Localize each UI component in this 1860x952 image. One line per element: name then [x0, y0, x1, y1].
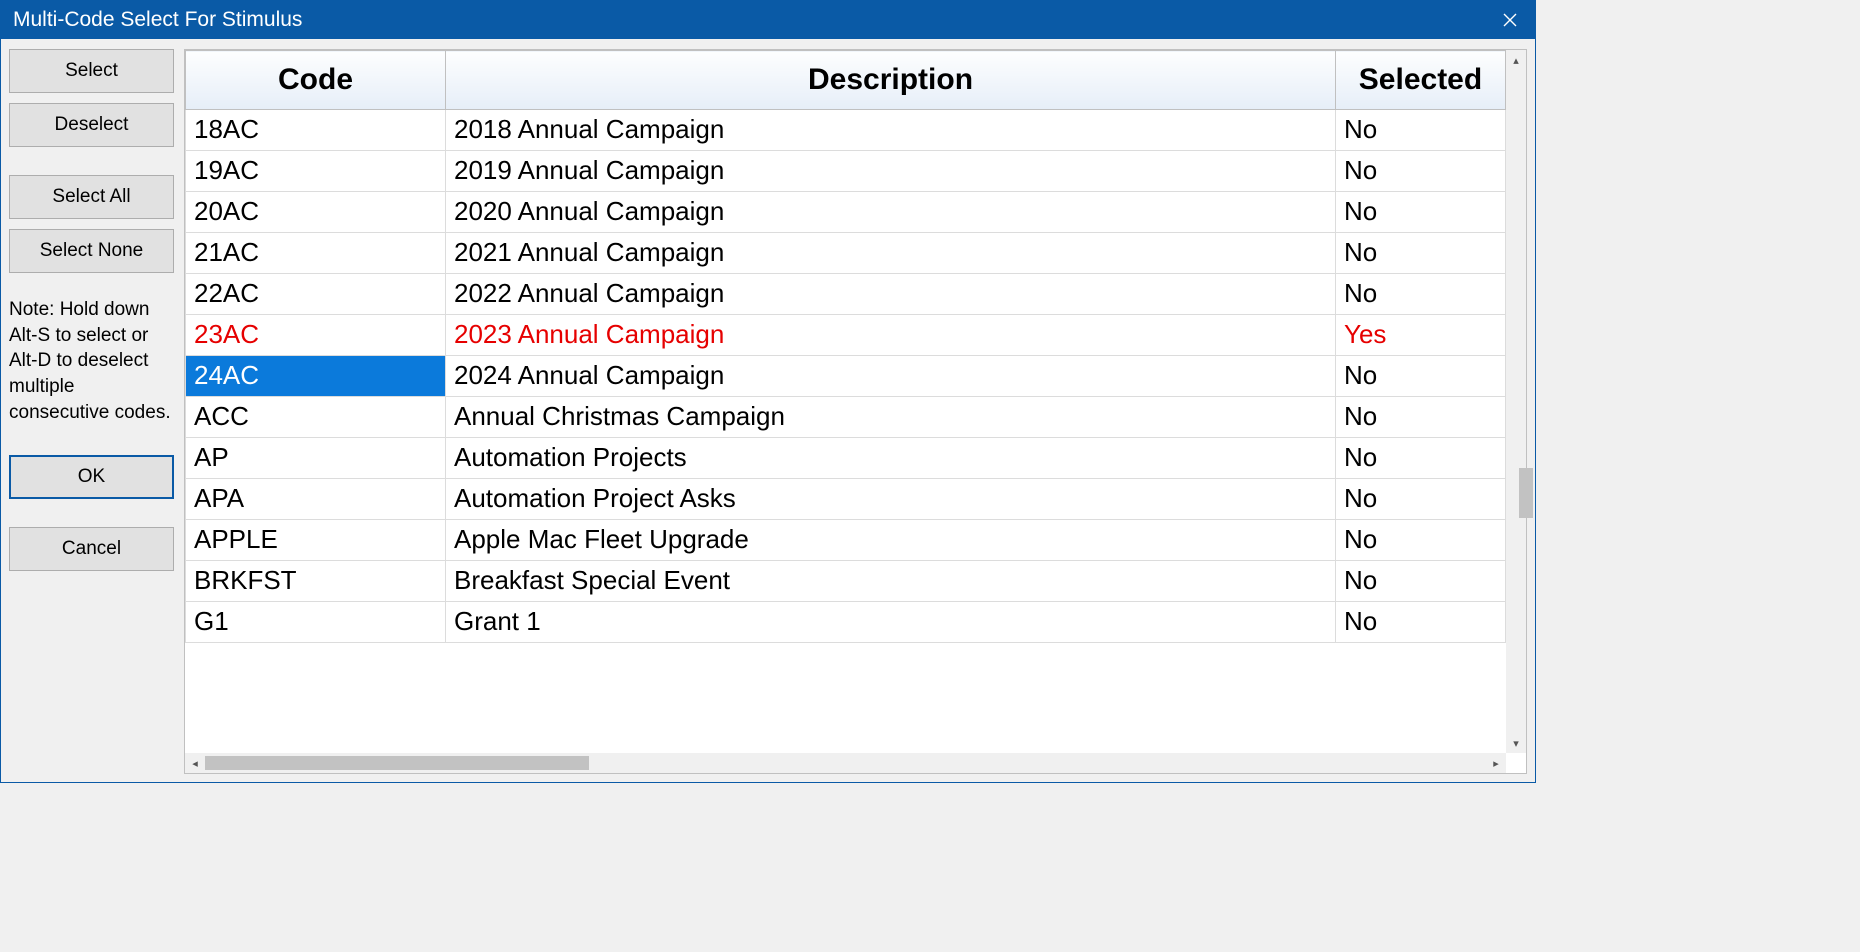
select-button[interactable]: Select	[9, 49, 174, 93]
table-row[interactable]: 21AC2021 Annual CampaignNo	[186, 233, 1506, 274]
cell-selected[interactable]: No	[1336, 233, 1506, 274]
scroll-right-icon[interactable]: ▸	[1486, 753, 1506, 773]
cell-code[interactable]: ACC	[186, 397, 446, 438]
cell-description[interactable]: Annual Christmas Campaign	[446, 397, 1336, 438]
cell-selected[interactable]: No	[1336, 274, 1506, 315]
cell-selected[interactable]: No	[1336, 397, 1506, 438]
table-row[interactable]: BRKFSTBreakfast Special EventNo	[186, 561, 1506, 602]
cell-code[interactable]: AP	[186, 438, 446, 479]
cell-description[interactable]: Breakfast Special Event	[446, 561, 1336, 602]
vscroll-thumb[interactable]	[1519, 468, 1533, 518]
vertical-scrollbar[interactable]: ▴ ▾	[1506, 50, 1526, 753]
table-row[interactable]: 22AC2022 Annual CampaignNo	[186, 274, 1506, 315]
close-icon	[1503, 13, 1517, 27]
codes-table[interactable]: Code Description Selected 18AC2018 Annua…	[185, 50, 1506, 643]
table-header-row: Code Description Selected	[186, 51, 1506, 110]
cell-description[interactable]: 2020 Annual Campaign	[446, 192, 1336, 233]
cancel-button[interactable]: Cancel	[9, 527, 174, 571]
cell-description[interactable]: 2024 Annual Campaign	[446, 356, 1336, 397]
col-header-selected[interactable]: Selected	[1336, 51, 1506, 110]
cell-selected[interactable]: No	[1336, 151, 1506, 192]
cell-selected[interactable]: No	[1336, 438, 1506, 479]
cell-description[interactable]: Automation Project Asks	[446, 479, 1336, 520]
cell-selected[interactable]: No	[1336, 110, 1506, 151]
window-title: Multi-Code Select For Stimulus	[13, 8, 302, 32]
cell-code[interactable]: 20AC	[186, 192, 446, 233]
cell-description[interactable]: Apple Mac Fleet Upgrade	[446, 520, 1336, 561]
cell-code[interactable]: APA	[186, 479, 446, 520]
cell-description[interactable]: 2018 Annual Campaign	[446, 110, 1336, 151]
table-row[interactable]: APAAutomation Project AsksNo	[186, 479, 1506, 520]
table-row[interactable]: APPLEApple Mac Fleet UpgradeNo	[186, 520, 1506, 561]
table-row[interactable]: 23AC2023 Annual CampaignYes	[186, 315, 1506, 356]
scroll-down-icon[interactable]: ▾	[1506, 733, 1526, 753]
select-none-button[interactable]: Select None	[9, 229, 174, 273]
col-header-code[interactable]: Code	[186, 51, 446, 110]
cell-code[interactable]: 18AC	[186, 110, 446, 151]
cell-code[interactable]: 19AC	[186, 151, 446, 192]
grid-container: Code Description Selected 18AC2018 Annua…	[184, 49, 1527, 774]
cell-description[interactable]: 2021 Annual Campaign	[446, 233, 1336, 274]
spacer	[9, 157, 174, 175]
spacer	[9, 509, 174, 527]
ok-button[interactable]: OK	[9, 455, 174, 499]
cell-code[interactable]: G1	[186, 602, 446, 643]
titlebar: Multi-Code Select For Stimulus	[1, 1, 1535, 39]
cell-description[interactable]: Grant 1	[446, 602, 1336, 643]
cell-code[interactable]: 24AC	[186, 356, 446, 397]
client-area: Select Deselect Select All Select None N…	[1, 39, 1535, 782]
grid-viewport: Code Description Selected 18AC2018 Annua…	[185, 50, 1506, 753]
col-header-description[interactable]: Description	[446, 51, 1336, 110]
cell-selected[interactable]: No	[1336, 192, 1506, 233]
hint-note: Note: Hold down Alt-S to select or Alt-D…	[9, 297, 174, 425]
table-row[interactable]: ACCAnnual Christmas CampaignNo	[186, 397, 1506, 438]
cell-selected[interactable]: No	[1336, 479, 1506, 520]
horizontal-scrollbar[interactable]: ◂ ▸	[185, 753, 1506, 773]
scroll-left-icon[interactable]: ◂	[185, 753, 205, 773]
table-row[interactable]: 18AC2018 Annual CampaignNo	[186, 110, 1506, 151]
table-row[interactable]: 20AC2020 Annual CampaignNo	[186, 192, 1506, 233]
cell-selected[interactable]: No	[1336, 561, 1506, 602]
hscroll-thumb[interactable]	[205, 756, 589, 770]
cell-description[interactable]: Automation Projects	[446, 438, 1336, 479]
close-button[interactable]	[1485, 1, 1535, 39]
table-row[interactable]: APAutomation ProjectsNo	[186, 438, 1506, 479]
table-row[interactable]: G1Grant 1No	[186, 602, 1506, 643]
cell-selected[interactable]: No	[1336, 520, 1506, 561]
cell-code[interactable]: 23AC	[186, 315, 446, 356]
deselect-button[interactable]: Deselect	[9, 103, 174, 147]
table-row[interactable]: 24AC2024 Annual CampaignNo	[186, 356, 1506, 397]
cell-code[interactable]: BRKFST	[186, 561, 446, 602]
sidebar: Select Deselect Select All Select None N…	[9, 49, 174, 774]
cell-description[interactable]: 2022 Annual Campaign	[446, 274, 1336, 315]
table-row[interactable]: 19AC2019 Annual CampaignNo	[186, 151, 1506, 192]
cell-selected[interactable]: No	[1336, 356, 1506, 397]
cell-code[interactable]: APPLE	[186, 520, 446, 561]
dialog-window: Multi-Code Select For Stimulus Select De…	[0, 0, 1536, 783]
cell-description[interactable]: 2023 Annual Campaign	[446, 315, 1336, 356]
cell-selected[interactable]: Yes	[1336, 315, 1506, 356]
scroll-up-icon[interactable]: ▴	[1506, 50, 1526, 70]
hscroll-track[interactable]	[205, 753, 1486, 773]
cell-description[interactable]: 2019 Annual Campaign	[446, 151, 1336, 192]
cell-code[interactable]: 22AC	[186, 274, 446, 315]
select-all-button[interactable]: Select All	[9, 175, 174, 219]
cell-selected[interactable]: No	[1336, 602, 1506, 643]
cell-code[interactable]: 21AC	[186, 233, 446, 274]
